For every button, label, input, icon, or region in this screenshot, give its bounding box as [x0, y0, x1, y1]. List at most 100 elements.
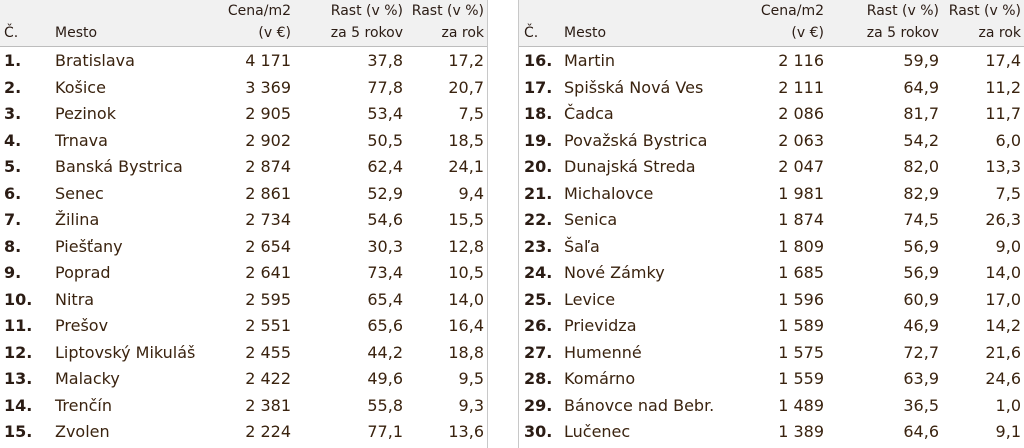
header-c: Č.: [4, 25, 19, 41]
table-row: 2. Košice 3 369 77,8 20,7: [0, 74, 487, 101]
row-growth-5y: 52,9: [367, 183, 403, 203]
header-rast1-line1: Rast (v %): [948, 3, 1021, 19]
row-price: 1 589: [778, 316, 824, 336]
table-row: 21. Michalovce 1 981 82,9 7,5: [519, 180, 1024, 207]
table-left: Č. Mesto Cena/m2 (v €) Rast (v %) za 5 r…: [0, 0, 488, 448]
row-number: 12.: [4, 342, 33, 362]
header-rast1-line2: za rok: [978, 25, 1022, 41]
header-rast1-line2: za rok: [441, 25, 485, 41]
row-growth-1y: 24,6: [985, 369, 1021, 389]
row-city: Senica: [564, 210, 618, 230]
row-city: Dunajská Streda: [564, 157, 696, 177]
row-city: Bánovce nad Bebr.: [564, 395, 715, 415]
row-city: Humenné: [564, 342, 642, 362]
row-number: 27.: [524, 342, 553, 362]
row-growth-5y: 36,5: [903, 395, 939, 415]
table-row: 22. Senica 1 874 74,5 26,3: [519, 206, 1024, 233]
row-price: 2 047: [778, 157, 824, 177]
row-growth-5y: 56,9: [903, 263, 939, 283]
row-number: 15.: [4, 422, 33, 442]
row-price: 2 381: [245, 395, 291, 415]
header-rast5-line1: Rast (v %): [330, 3, 403, 19]
table-row: 11. Prešov 2 551 65,6 16,4: [0, 312, 487, 339]
row-growth-5y: 63,9: [903, 369, 939, 389]
row-growth-5y: 53,4: [367, 104, 403, 124]
row-price: 2 551: [245, 316, 291, 336]
row-number: 8.: [4, 236, 22, 256]
row-growth-5y: 37,8: [367, 51, 403, 70]
row-number: 7.: [4, 210, 22, 230]
row-city: Šaľa: [564, 236, 600, 256]
table-row: 1. Bratislava 4 171 37,8 17,2: [0, 47, 487, 74]
row-city: Poprad: [55, 263, 111, 283]
row-city: Martin: [564, 51, 616, 70]
row-price: 2 063: [778, 130, 824, 150]
table-row: 29. Bánovce nad Bebr. 1 489 36,5 1,0: [519, 392, 1024, 419]
row-price: 2 595: [245, 289, 291, 309]
header-c: Č.: [524, 25, 539, 41]
row-price: 2 861: [245, 183, 291, 203]
row-price: 4 171: [245, 51, 291, 70]
row-number: 3.: [4, 104, 22, 124]
row-city: Zvolen: [55, 422, 110, 442]
row-number: 18.: [524, 104, 553, 124]
row-growth-5y: 50,5: [367, 130, 403, 150]
row-growth-5y: 59,9: [903, 51, 939, 70]
row-city: Spišská Nová Ves: [564, 77, 704, 97]
row-number: 9.: [4, 263, 22, 283]
row-growth-1y: 9,3: [458, 395, 484, 415]
row-growth-5y: 74,5: [903, 210, 939, 230]
header-rast5-line2: za 5 rokov: [866, 25, 939, 41]
row-growth-1y: 9,5: [458, 369, 484, 389]
row-price: 2 111: [778, 77, 824, 97]
header-cena-line2: (v €): [258, 25, 291, 41]
row-city: Trenčín: [55, 395, 113, 415]
row-growth-5y: 30,3: [367, 236, 403, 256]
row-city: Prievidza: [564, 316, 637, 336]
table-row: 23. Šaľa 1 809 56,9 9,0: [519, 233, 1024, 260]
row-growth-5y: 82,0: [903, 157, 939, 177]
row-growth-1y: 18,5: [448, 130, 484, 150]
row-growth-5y: 77,1: [367, 422, 403, 442]
row-growth-1y: 9,0: [995, 236, 1021, 256]
row-price: 1 389: [778, 422, 824, 442]
row-growth-1y: 16,4: [448, 316, 484, 336]
table-row: 30. Lučenec 1 389 64,6 9,1: [519, 418, 1024, 445]
row-number: 22.: [524, 210, 553, 230]
row-price: 2 422: [245, 369, 291, 389]
row-price: 1 874: [778, 210, 824, 230]
row-city: Piešťany: [55, 236, 123, 256]
row-city: Banská Bystrica: [55, 157, 183, 177]
row-growth-1y: 14,0: [448, 289, 484, 309]
row-number: 19.: [524, 130, 553, 150]
row-price: 2 116: [778, 51, 824, 70]
row-number: 29.: [524, 395, 553, 415]
table-row: 24. Nové Zámky 1 685 56,9 14,0: [519, 259, 1024, 286]
row-price: 2 641: [245, 263, 291, 283]
row-number: 14.: [4, 395, 33, 415]
row-growth-5y: 64,9: [903, 77, 939, 97]
table-row: 7. Žilina 2 734 54,6 15,5: [0, 206, 487, 233]
table-row: 3. Pezinok 2 905 53,4 7,5: [0, 100, 487, 127]
row-growth-1y: 7,5: [458, 104, 484, 124]
table-row: 19. Považská Bystrica 2 063 54,2 6,0: [519, 127, 1024, 154]
row-city: Košice: [55, 77, 106, 97]
row-city: Senec: [55, 183, 104, 203]
table-header: Č. Mesto Cena/m2 (v €) Rast (v %) za 5 r…: [519, 0, 1024, 47]
row-growth-1y: 11,2: [985, 77, 1021, 97]
table-row: 26. Prievidza 1 589 46,9 14,2: [519, 312, 1024, 339]
table-right: Č. Mesto Cena/m2 (v €) Rast (v %) za 5 r…: [518, 0, 1024, 448]
row-growth-1y: 14,2: [985, 316, 1021, 336]
row-growth-1y: 14,0: [985, 263, 1021, 283]
row-number: 6.: [4, 183, 22, 203]
row-price: 2 874: [245, 157, 291, 177]
row-number: 26.: [524, 316, 553, 336]
row-growth-5y: 77,8: [367, 77, 403, 97]
row-city: Žilina: [55, 210, 100, 230]
row-growth-5y: 56,9: [903, 236, 939, 256]
header-cena-line1: Cena/m2: [760, 3, 824, 19]
row-growth-5y: 46,9: [903, 316, 939, 336]
row-city: Prešov: [55, 316, 109, 336]
row-city: Považská Bystrica: [564, 130, 708, 150]
table-row: 15. Zvolen 2 224 77,1 13,6: [0, 418, 487, 445]
